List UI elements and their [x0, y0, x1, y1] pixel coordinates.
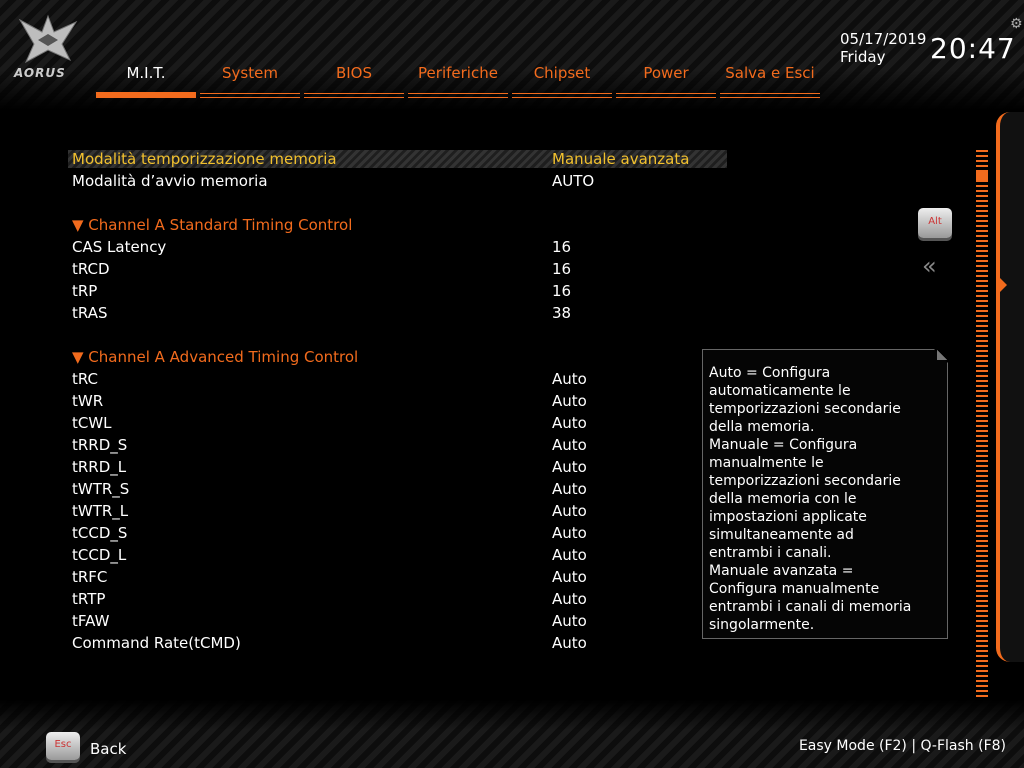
setting-label: CAS Latency — [72, 238, 167, 256]
setting-row-tfaw[interactable]: tFAW Auto — [72, 610, 712, 632]
setting-label: tFAW — [72, 612, 110, 630]
brand-logo-text: AORUS — [14, 66, 66, 80]
setting-value[interactable]: Auto — [552, 500, 587, 522]
setting-value[interactable]: Auto — [552, 368, 587, 390]
setting-label: tRTP — [72, 590, 106, 608]
setting-value[interactable]: Manuale avanzata — [552, 148, 689, 170]
setting-label: tRAS — [72, 304, 108, 322]
tab-mit[interactable]: M.I.T. — [96, 64, 196, 98]
setting-row-memory-boot-mode[interactable]: Modalità d’avvio memoria AUTO — [72, 170, 712, 192]
setting-value[interactable]: 16 — [552, 258, 571, 280]
setting-row-trrd-s[interactable]: tRRD_S Auto — [72, 434, 712, 456]
setting-label: tWTR_S — [72, 480, 130, 498]
settings-list: Modalità temporizzazione memoria Manuale… — [68, 148, 727, 654]
scrollbar-thumb[interactable] — [976, 170, 988, 182]
setting-label: tRFC — [72, 568, 108, 586]
tab-bios[interactable]: BIOS — [304, 64, 404, 98]
setting-value[interactable]: Auto — [552, 434, 587, 456]
footer-shortcuts: Easy Mode (F2) | Q-Flash (F8) — [799, 738, 1006, 754]
setting-label: tCCD_S — [72, 524, 128, 542]
main-tabs: M.I.T. System BIOS Periferiche Chipset P… — [96, 64, 824, 98]
setting-label: tRP — [72, 282, 98, 300]
qflash-link[interactable]: Q-Flash (F8) — [921, 738, 1006, 754]
section-header-advanced-timing[interactable]: ▼ Channel A Advanced Timing Control — [72, 346, 712, 368]
tab-periferiche[interactable]: Periferiche — [408, 64, 508, 98]
setting-row-tcwl[interactable]: tCWL Auto — [72, 412, 712, 434]
setting-label: tRRD_L — [72, 458, 127, 476]
date-text: 05/17/2019 — [840, 30, 927, 48]
setting-value[interactable]: Auto — [552, 522, 587, 544]
date-display: 05/17/2019 Friday — [840, 30, 926, 66]
setting-value[interactable]: 16 — [552, 280, 571, 302]
setting-label: tRC — [72, 370, 99, 388]
setting-row-tras[interactable]: tRAS 38 — [72, 302, 712, 324]
setting-row-twtr-s[interactable]: tWTR_S Auto — [72, 478, 712, 500]
double-chevron-left-icon[interactable]: « — [922, 252, 936, 280]
alt-key-button[interactable]: Alt — [918, 208, 952, 238]
side-panel-handle[interactable] — [996, 112, 1024, 662]
help-panel: Auto = Configura automaticamente le temp… — [702, 349, 948, 639]
tab-salva-e-esci[interactable]: Salva e Esci — [720, 64, 820, 98]
setting-row-trp[interactable]: tRP 16 — [72, 280, 712, 302]
setting-value[interactable]: Auto — [552, 456, 587, 478]
section-header-standard-timing[interactable]: ▼ Channel A Standard Timing Control — [72, 214, 712, 236]
scrollbar[interactable] — [976, 150, 988, 700]
setting-label: tCCD_L — [72, 546, 127, 564]
setting-value[interactable]: Auto — [552, 632, 587, 654]
setting-value[interactable]: AUTO — [552, 170, 594, 192]
setting-value[interactable]: Auto — [552, 566, 587, 588]
setting-value[interactable]: Auto — [552, 478, 587, 500]
back-label[interactable]: Back — [90, 740, 126, 758]
setting-row-twr[interactable]: tWR Auto — [72, 390, 712, 412]
setting-value[interactable]: Auto — [552, 544, 587, 566]
setting-label: tWR — [72, 392, 104, 410]
corner-fold-icon — [937, 350, 947, 360]
setting-value[interactable]: 16 — [552, 236, 571, 258]
gear-icon[interactable]: ⚙ — [1010, 16, 1023, 32]
tab-chipset[interactable]: Chipset — [512, 64, 612, 98]
footer-separator: | — [911, 738, 917, 754]
setting-row-memory-timing-mode[interactable]: Modalità temporizzazione memoria Manuale… — [68, 148, 727, 170]
setting-row-twtr-l[interactable]: tWTR_L Auto — [72, 500, 712, 522]
chevron-right-icon[interactable] — [1000, 278, 1007, 292]
day-text: Friday — [840, 48, 886, 66]
setting-label: tRCD — [72, 260, 110, 278]
setting-label: tWTR_L — [72, 502, 129, 520]
tab-power[interactable]: Power — [616, 64, 716, 98]
footer-bar — [0, 700, 1024, 768]
setting-label: Modalità d’avvio memoria — [72, 172, 268, 190]
setting-row-command-rate[interactable]: Command Rate(tCMD) Auto — [72, 632, 712, 654]
easy-mode-link[interactable]: Easy Mode (F2) — [799, 738, 907, 754]
setting-row-trcd[interactable]: tRCD 16 — [72, 258, 712, 280]
setting-value[interactable]: Auto — [552, 610, 587, 632]
setting-row-trtp[interactable]: tRTP Auto — [72, 588, 712, 610]
tab-system[interactable]: System — [200, 64, 300, 98]
setting-value[interactable]: Auto — [552, 412, 587, 434]
setting-row-trc[interactable]: tRC Auto — [72, 368, 712, 390]
setting-row-cas-latency[interactable]: CAS Latency 16 — [72, 236, 712, 258]
esc-key-button[interactable]: Esc — [46, 732, 80, 760]
setting-value[interactable]: Auto — [552, 390, 587, 412]
setting-label: Modalità temporizzazione memoria — [72, 150, 337, 168]
setting-value[interactable]: Auto — [552, 588, 587, 610]
setting-row-tccd-s[interactable]: tCCD_S Auto — [72, 522, 712, 544]
setting-value[interactable]: 38 — [552, 302, 571, 324]
clock: 20:47 — [930, 32, 1016, 65]
setting-label: tCWL — [72, 414, 112, 432]
setting-label: tRRD_S — [72, 436, 128, 454]
help-text: Auto = Configura automaticamente le temp… — [709, 365, 912, 633]
setting-label: Command Rate(tCMD) — [72, 634, 241, 652]
setting-row-tccd-l[interactable]: tCCD_L Auto — [72, 544, 712, 566]
setting-row-trrd-l[interactable]: tRRD_L Auto — [72, 456, 712, 478]
setting-row-trfc[interactable]: tRFC Auto — [72, 566, 712, 588]
